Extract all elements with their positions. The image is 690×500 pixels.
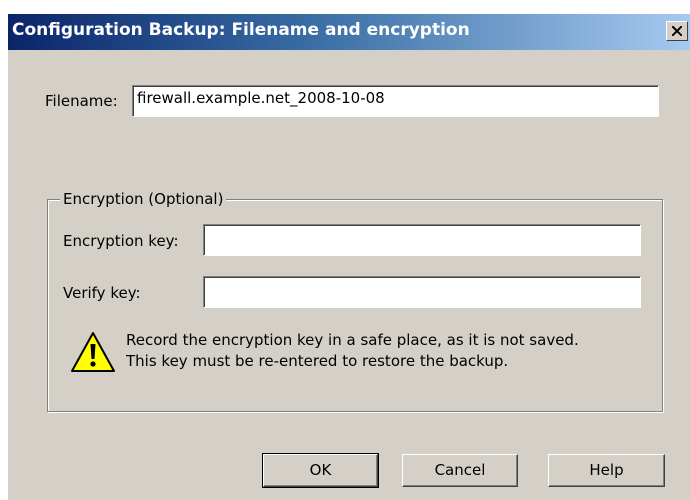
warning-icon (71, 332, 115, 372)
encryption-group-label: Encryption (Optional) (60, 190, 227, 208)
ok-button[interactable]: OK (262, 453, 379, 488)
close-button[interactable] (666, 21, 688, 41)
title-bar[interactable]: Configuration Backup: Filename and encry… (8, 14, 690, 50)
dialog-title: Configuration Backup: Filename and encry… (12, 20, 470, 40)
filename-field[interactable]: firewall.example.net_2008-10-08 (132, 85, 659, 117)
verify-key-field[interactable] (203, 276, 641, 308)
filename-label: Filename: (45, 92, 118, 110)
encryption-key-label: Encryption key: (63, 232, 179, 250)
verify-key-label: Verify key: (63, 284, 141, 302)
warning-line-1: Record the encryption key in a safe plac… (126, 331, 579, 349)
warning-message: Record the encryption key in a safe plac… (126, 330, 579, 372)
help-button[interactable]: Help (548, 454, 665, 487)
close-icon (672, 26, 682, 36)
warning-line-2: This key must be re-entered to restore t… (126, 352, 509, 370)
config-backup-dialog: Configuration Backup: Filename and encry… (8, 14, 690, 500)
encryption-key-field[interactable] (203, 224, 641, 256)
cancel-button[interactable]: Cancel (402, 454, 518, 487)
